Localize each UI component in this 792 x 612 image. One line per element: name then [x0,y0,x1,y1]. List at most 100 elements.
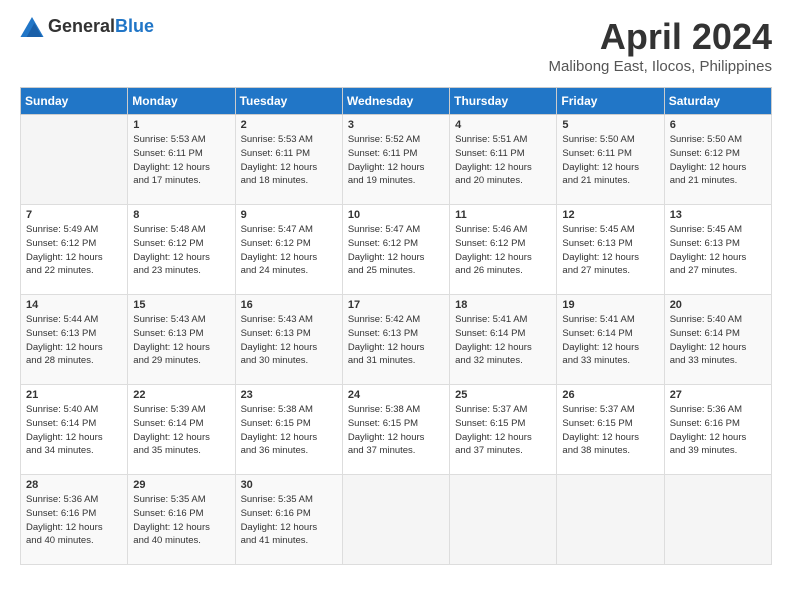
day-number: 12 [562,209,658,221]
calendar-cell: 17 Sunrise: 5:42 AM Sunset: 6:13 PM Dayli… [342,295,449,385]
day-number: 14 [26,299,122,311]
day-number: 6 [670,119,766,131]
calendar-cell: 19 Sunrise: 5:41 AM Sunset: 6:14 PM Dayli… [557,295,664,385]
logo-general-text: General [48,16,115,36]
day-number: 2 [241,119,337,131]
day-number: 21 [26,389,122,401]
day-info: Sunrise: 5:41 AM Sunset: 6:14 PM Dayligh… [455,313,551,368]
calendar-cell: 3Sunrise: 5:52 AM Sunset: 6:11 PM Daylig… [342,115,449,205]
day-info: Sunrise: 5:41 AM Sunset: 6:14 PM Dayligh… [562,313,658,368]
calendar-cell: 1 Sunrise: 5:53 AM Sunset: 6:11 PM Daylig… [128,115,235,205]
day-info: Sunrise: 5:52 AM Sunset: 6:11 PM Dayligh… [348,133,444,188]
calendar-cell: 4 Sunrise: 5:51 AM Sunset: 6:11 PM Daylig… [450,115,557,205]
month-title: April 2024 [549,16,772,58]
day-info: Sunrise: 5:40 AM Sunset: 6:14 PM Dayligh… [670,313,766,368]
calendar-cell: 20 Sunrise: 5:40 AM Sunset: 6:14 PM Dayli… [664,295,771,385]
day-info: Sunrise: 5:40 AM Sunset: 6:14 PM Dayligh… [26,403,122,458]
calendar-cell: 24 Sunrise: 5:38 AM Sunset: 6:15 PM Dayli… [342,385,449,475]
day-number: 11 [455,209,551,221]
day-number: 26 [562,389,658,401]
calendar-table: SundayMondayTuesdayWednesdayThursdayFrid… [20,87,772,565]
calendar-cell [342,475,449,565]
calendar-cell: 7 Sunrise: 5:49 AM Sunset: 6:12 PM Daylig… [21,205,128,295]
calendar-cell: 26 Sunrise: 5:37 AM Sunset: 6:15 PM Dayli… [557,385,664,475]
day-info: Sunrise: 5:47 AM Sunset: 6:12 PM Dayligh… [241,223,337,278]
day-info: Sunrise: 5:49 AM Sunset: 6:12 PM Dayligh… [26,223,122,278]
day-info: Sunrise: 5:53 AM Sunset: 6:11 PM Dayligh… [133,133,229,188]
day-number: 24 [348,389,444,401]
day-number: 1 [133,119,229,131]
day-number: 7 [26,209,122,221]
weekday-header-cell: Friday [557,88,664,115]
day-number: 25 [455,389,551,401]
weekday-header-cell: Thursday [450,88,557,115]
calendar-cell: 13 Sunrise: 5:45 AM Sunset: 6:13 PM Dayli… [664,205,771,295]
day-info: Sunrise: 5:38 AM Sunset: 6:15 PM Dayligh… [348,403,444,458]
day-info: Sunrise: 5:47 AM Sunset: 6:12 PM Dayligh… [348,223,444,278]
calendar-cell: 5Sunrise: 5:50 AM Sunset: 6:11 PM Daylig… [557,115,664,205]
calendar-cell: 29Sunrise: 5:35 AM Sunset: 6:16 PM Dayli… [128,475,235,565]
day-info: Sunrise: 5:35 AM Sunset: 6:16 PM Dayligh… [241,493,337,548]
calendar-cell: 9 Sunrise: 5:47 AM Sunset: 6:12 PM Daylig… [235,205,342,295]
weekday-header-cell: Tuesday [235,88,342,115]
calendar-cell: 2Sunrise: 5:53 AM Sunset: 6:11 PM Daylig… [235,115,342,205]
calendar-cell: 28 Sunrise: 5:36 AM Sunset: 6:16 PM Dayli… [21,475,128,565]
calendar-week-row: 7 Sunrise: 5:49 AM Sunset: 6:12 PM Daylig… [21,205,772,295]
calendar-cell: 12 Sunrise: 5:45 AM Sunset: 6:13 PM Dayli… [557,205,664,295]
day-info: Sunrise: 5:50 AM Sunset: 6:11 PM Dayligh… [562,133,658,188]
calendar-cell: 27 Sunrise: 5:36 AM Sunset: 6:16 PM Dayli… [664,385,771,475]
day-info: Sunrise: 5:37 AM Sunset: 6:15 PM Dayligh… [455,403,551,458]
calendar-cell [21,115,128,205]
day-number: 28 [26,479,122,491]
day-info: Sunrise: 5:44 AM Sunset: 6:13 PM Dayligh… [26,313,122,368]
day-number: 8 [133,209,229,221]
day-info: Sunrise: 5:48 AM Sunset: 6:12 PM Dayligh… [133,223,229,278]
day-number: 10 [348,209,444,221]
day-number: 13 [670,209,766,221]
day-info: Sunrise: 5:39 AM Sunset: 6:14 PM Dayligh… [133,403,229,458]
day-info: Sunrise: 5:45 AM Sunset: 6:13 PM Dayligh… [670,223,766,278]
day-info: Sunrise: 5:37 AM Sunset: 6:15 PM Dayligh… [562,403,658,458]
day-number: 15 [133,299,229,311]
calendar-body: 1 Sunrise: 5:53 AM Sunset: 6:11 PM Daylig… [21,115,772,565]
logo-blue-text: Blue [115,16,154,36]
day-number: 23 [241,389,337,401]
calendar-cell [450,475,557,565]
day-number: 19 [562,299,658,311]
day-number: 4 [455,119,551,131]
location-title: Malibong East, Ilocos, Philippines [549,58,772,75]
calendar-cell: 25 Sunrise: 5:37 AM Sunset: 6:15 PM Dayli… [450,385,557,475]
day-number: 16 [241,299,337,311]
day-number: 22 [133,389,229,401]
logo-icon [20,17,44,37]
day-number: 30 [241,479,337,491]
calendar-cell: 15 Sunrise: 5:43 AM Sunset: 6:13 PM Dayli… [128,295,235,385]
calendar-cell: 10 Sunrise: 5:47 AM Sunset: 6:12 PM Dayli… [342,205,449,295]
day-number: 9 [241,209,337,221]
day-number: 17 [348,299,444,311]
day-info: Sunrise: 5:43 AM Sunset: 6:13 PM Dayligh… [241,313,337,368]
calendar-week-row: 28 Sunrise: 5:36 AM Sunset: 6:16 PM Dayli… [21,475,772,565]
calendar-cell: 18Sunrise: 5:41 AM Sunset: 6:14 PM Dayli… [450,295,557,385]
calendar-cell: 14 Sunrise: 5:44 AM Sunset: 6:13 PM Dayli… [21,295,128,385]
calendar-cell: 23 Sunrise: 5:38 AM Sunset: 6:15 PM Dayli… [235,385,342,475]
day-info: Sunrise: 5:45 AM Sunset: 6:13 PM Dayligh… [562,223,658,278]
calendar-cell: 21 Sunrise: 5:40 AM Sunset: 6:14 PM Dayli… [21,385,128,475]
calendar-cell: 22 Sunrise: 5:39 AM Sunset: 6:14 PM Dayli… [128,385,235,475]
day-number: 20 [670,299,766,311]
day-info: Sunrise: 5:42 AM Sunset: 6:13 PM Dayligh… [348,313,444,368]
day-info: Sunrise: 5:36 AM Sunset: 6:16 PM Dayligh… [670,403,766,458]
day-info: Sunrise: 5:51 AM Sunset: 6:11 PM Dayligh… [455,133,551,188]
day-number: 27 [670,389,766,401]
day-info: Sunrise: 5:50 AM Sunset: 6:12 PM Dayligh… [670,133,766,188]
calendar-week-row: 21 Sunrise: 5:40 AM Sunset: 6:14 PM Dayli… [21,385,772,475]
logo: GeneralBlue [20,16,154,37]
calendar-cell [664,475,771,565]
day-info: Sunrise: 5:38 AM Sunset: 6:15 PM Dayligh… [241,403,337,458]
header: GeneralBlue April 2024 Malibong East, Il… [20,16,772,75]
calendar-cell: 11Sunrise: 5:46 AM Sunset: 6:12 PM Dayli… [450,205,557,295]
calendar-cell: 30 Sunrise: 5:35 AM Sunset: 6:16 PM Dayli… [235,475,342,565]
day-info: Sunrise: 5:36 AM Sunset: 6:16 PM Dayligh… [26,493,122,548]
day-info: Sunrise: 5:43 AM Sunset: 6:13 PM Dayligh… [133,313,229,368]
calendar-cell: 6 Sunrise: 5:50 AM Sunset: 6:12 PM Daylig… [664,115,771,205]
